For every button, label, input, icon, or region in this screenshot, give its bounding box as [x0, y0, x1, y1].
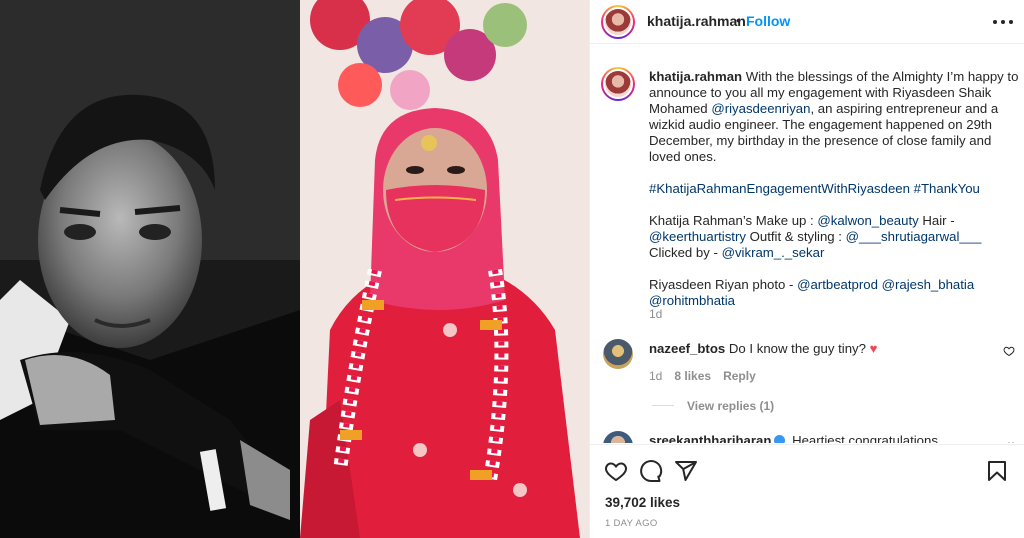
caption-photo-credits: Riyasdeen Riyan photo - @artbeatprod @ra…: [649, 277, 1019, 309]
mention-riyasdeenriyan[interactable]: @riyasdeenriyan: [711, 101, 810, 116]
caption-text: Khatija Rahman’s Make up :: [649, 213, 818, 228]
comment-icon[interactable]: [639, 459, 663, 483]
comments-area[interactable]: khatija.rahman With the blessings of the…: [590, 45, 1024, 443]
author-avatar[interactable]: [601, 5, 635, 39]
comment-username[interactable]: nazeef_btos: [649, 341, 725, 356]
header-separator: •: [736, 12, 741, 28]
commenter-avatar[interactable]: [603, 339, 633, 369]
comment-likes[interactable]: 8 likes: [674, 369, 711, 383]
mention-rohit[interactable]: @rohitmbhatia: [649, 293, 735, 308]
bookmark-icon[interactable]: [985, 459, 1009, 483]
bride-portrait-illustration: [300, 0, 589, 538]
hashtag-engagement[interactable]: #KhatijaRahmanEngagementWithRiyasdeen: [649, 181, 910, 196]
replies-divider: [652, 405, 674, 406]
post-header: khatija.rahman • Follow: [590, 0, 1024, 44]
mention-artbeat[interactable]: @artbeatprod: [797, 277, 878, 292]
follow-button[interactable]: Follow: [746, 13, 790, 29]
caption-text: Outfit & styling :: [745, 229, 846, 244]
caption-text: Hair -: [918, 213, 955, 228]
caption-text: Riyasdeen Riyan photo -: [649, 277, 798, 292]
reply-button[interactable]: Reply: [723, 369, 756, 383]
comment: nazeef_btos Do I know the guy tiny? ♥: [649, 341, 877, 356]
comment-text: Do I know the guy tiny?: [725, 341, 870, 356]
header-username[interactable]: khatija.rahman: [647, 13, 746, 29]
commenter-avatar[interactable]: [603, 431, 633, 443]
mention-hair[interactable]: @keerthuartistry: [649, 229, 746, 244]
portrait-left-bw: [0, 0, 300, 538]
comment-text: Heartiest congratulations: [788, 433, 938, 443]
caption-hashtags: #KhatijaRahmanEngagementWithRiyasdeen #T…: [649, 181, 1019, 197]
share-icon[interactable]: [674, 459, 698, 483]
hashtag-thankyou[interactable]: #ThankYou: [914, 181, 980, 196]
post-date[interactable]: 1 DAY AGO: [605, 518, 658, 529]
post-caption: khatija.rahman With the blessings of the…: [649, 69, 1019, 309]
post-actions: 39,702 likes 1 DAY AGO: [590, 444, 1024, 538]
verified-badge-icon: [774, 435, 786, 443]
man-portrait-illustration: [0, 0, 300, 538]
mention-styling[interactable]: @___shrutiagarwal___: [846, 229, 982, 244]
more-options-icon[interactable]: [993, 12, 1013, 32]
red-heart-emoji: ♥: [869, 341, 878, 356]
small-heart-icon[interactable]: [1003, 345, 1015, 357]
caption-credits: Khatija Rahman’s Make up : @kalwon_beaut…: [649, 213, 1019, 261]
caption-timestamp[interactable]: 1d: [649, 307, 662, 321]
caption-text: Clicked by -: [649, 245, 722, 260]
mention-clicked-by[interactable]: @vikram_._sekar: [722, 245, 825, 260]
caption-username[interactable]: khatija.rahman: [649, 69, 742, 84]
caption-paragraph-1: khatija.rahman With the blessings of the…: [649, 69, 1019, 165]
view-replies-button[interactable]: View replies (1): [687, 399, 774, 413]
caption-avatar[interactable]: [601, 67, 635, 101]
comment: sreekanthhariharan Heartiest congratulat…: [649, 433, 938, 443]
comment-username[interactable]: sreekanthhariharan: [649, 433, 771, 443]
avatar-image: [603, 69, 633, 99]
comment-time[interactable]: 1d: [649, 369, 662, 383]
avatar-image: [603, 7, 633, 37]
mention-rajesh[interactable]: @rajesh_bhatia: [882, 277, 975, 292]
comment-meta: 1d 8 likes Reply: [649, 369, 756, 383]
heart-icon[interactable]: [604, 459, 628, 483]
likes-count[interactable]: 39,702 likes: [605, 495, 680, 510]
post-image[interactable]: [0, 0, 589, 538]
comment-more-icon[interactable]: ··: [1007, 435, 1015, 443]
portrait-right-bride: [300, 0, 589, 538]
mention-makeup[interactable]: @kalwon_beauty: [817, 213, 918, 228]
post-panel: khatija.rahman • Follow khatija.rahman W…: [589, 0, 1024, 538]
